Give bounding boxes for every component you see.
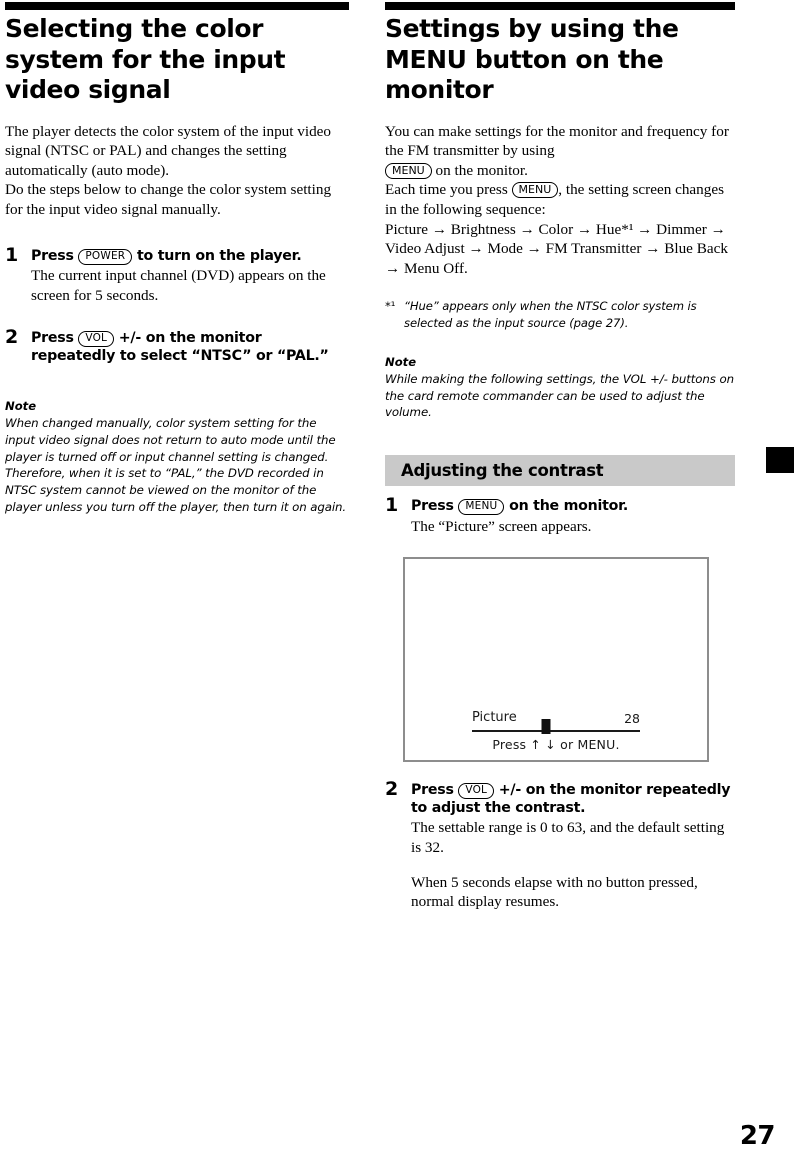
step-number: 1 (5, 243, 19, 266)
page-title-left: Selecting the color system for the input… (5, 14, 286, 104)
note-body: When changed manually, color system sett… (5, 416, 347, 514)
osd-value: 28 (624, 710, 640, 726)
step-description: The current input channel (DVD) appears … (31, 267, 326, 305)
osd-label: Picture (472, 709, 517, 725)
right-intro-paragraph: You can make settings for the monitor an… (385, 122, 735, 181)
note-title: Note (5, 399, 37, 414)
note-title: Note (385, 355, 417, 370)
step-title-before: Press (31, 329, 74, 346)
page-title-right: Settings by using the MENU button on the… (385, 14, 679, 104)
osd-slider-knob[interactable] (541, 718, 551, 734)
note-body: While making the following settings, the… (385, 371, 734, 420)
left-column: Selecting the color system for the input… (5, 0, 349, 516)
left-intro-text: The player detects the color system of t… (5, 122, 332, 218)
menu-sequence-paragraph: Each time you press MENU, the setting sc… (385, 180, 735, 278)
right-column: Settings by using the MENU button on the… (385, 0, 735, 912)
note-right: Note While making the following settings… (385, 355, 735, 421)
section-heading-adjusting-contrast: Adjusting the contrast (385, 455, 735, 487)
step-title-before: Press (411, 498, 454, 515)
step-number: 1 (385, 494, 399, 517)
step-title-before: Press (411, 781, 454, 798)
step-title: Press VOL +/- on the monitor repeatedly … (31, 330, 349, 366)
step-right-1: 1 Press MENU on the monitor. The “Pictur… (385, 494, 735, 537)
vol-key-pill[interactable]: VOL (78, 330, 115, 347)
step-left-2: 2 Press VOL +/- on the monitor repeatedl… (5, 325, 349, 366)
osd-slider-row: Picture 28 (472, 709, 640, 734)
osd-slider-track[interactable] (472, 729, 640, 732)
step-right-2: 2 Press VOL +/- on the monitor repeatedl… (385, 777, 735, 912)
note-left: Note When changed manually, color system… (5, 399, 349, 515)
power-key-pill[interactable]: POWER (78, 248, 133, 265)
step-title-before: Press (31, 247, 74, 264)
monitor-screen-illustration: Picture 28 Press ↑ ↓ or MENU. (403, 556, 709, 762)
sequence-lead1: Each time you press (385, 181, 508, 199)
step-title: Press POWER to turn on the player. (31, 248, 349, 266)
menu-key-pill[interactable]: MENU (458, 499, 505, 516)
step-number: 2 (5, 325, 19, 348)
vol-key-pill[interactable]: VOL (458, 782, 495, 799)
step-description-secondary: When 5 seconds elapse with no button pre… (411, 873, 698, 911)
menu-key-pill[interactable]: MENU (385, 162, 432, 179)
step-title-after: to turn on the player. (137, 247, 302, 264)
osd-overlay: Picture 28 Press ↑ ↓ or MENU. (405, 710, 707, 752)
step-description: The “Picture” screen appears. (411, 518, 592, 536)
footnote-marker: *¹ (385, 299, 396, 314)
osd-hint: Press ↑ ↓ or MENU. (492, 736, 620, 752)
step-number: 2 (385, 777, 399, 800)
step-description: The settable range is 0 to 63, and the d… (411, 819, 725, 857)
manual-page: Selecting the color system for the input… (0, 0, 799, 1169)
screen-illustration-wrapper: Picture 28 Press ↑ ↓ or MENU. (385, 556, 735, 762)
edge-tab-marker (766, 447, 794, 473)
right-intro-line2: on the monitor. (435, 161, 528, 179)
page-number: 27 (739, 1121, 776, 1151)
right-intro-line1: You can make settings for the monitor an… (385, 122, 729, 160)
menu-key-pill[interactable]: MENU (511, 182, 559, 199)
left-intro-paragraph: The player detects the color system of t… (5, 122, 349, 220)
step-title-after: on the monitor. (509, 498, 628, 515)
step-title: Press VOL +/- on the monitor repeatedly … (411, 782, 735, 818)
footnote-text: “Hue” appears only when the NTSC color s… (404, 299, 697, 330)
footnote-hue: *¹ “Hue” appears only when the NTSC colo… (385, 298, 735, 331)
step-title: Press MENU on the monitor. (411, 498, 735, 516)
sequence-list: Picture → Brightness → Color → Hue*¹ → D… (385, 220, 728, 277)
section-heading-label: Adjusting the contrast (401, 461, 604, 481)
step-title-after: +/- on the monitor repeatedly to select … (31, 329, 329, 364)
step-left-1: 1 Press POWER to turn on the player. The… (5, 243, 349, 306)
